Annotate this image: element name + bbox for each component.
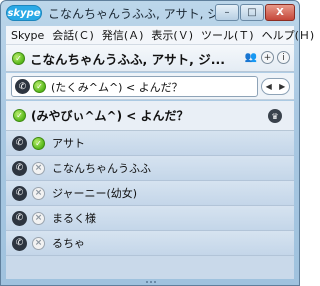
info-icon[interactable]: i	[277, 51, 290, 64]
minimize-button[interactable]: –	[215, 4, 239, 21]
online-status-icon: ✓	[33, 80, 46, 93]
list-item[interactable]: ✆ ✓ アサト	[6, 131, 294, 156]
menu-skype[interactable]: Skype	[11, 29, 44, 42]
online-status-icon: ✓	[32, 136, 45, 150]
maximize-button[interactable]: □	[240, 4, 264, 21]
phone-icon[interactable]: ✆	[12, 185, 27, 201]
title-bar[interactable]: skype こなんちゃんうふふ, アサト, ジャ – □ X	[1, 1, 299, 25]
chat-title: こなんちゃんうふふ, アサト, ジ...	[30, 51, 225, 67]
arrow-left-icon[interactable]: ◀	[266, 82, 272, 91]
group-row[interactable]: ✓ (みやびぃ^ム^) < よんだ？ ♛	[6, 101, 294, 131]
menu-tools[interactable]: ツール(Ｔ)	[201, 27, 254, 43]
mood-input[interactable]: ✆ ✓ (たくみ^ム^) < よんだ？	[11, 76, 258, 97]
phone-icon[interactable]: ✆	[15, 79, 30, 94]
online-status-icon: ✓	[13, 109, 26, 122]
online-status-icon: ✓	[12, 51, 25, 65]
offline-status-icon: ×	[32, 236, 45, 250]
arrow-right-icon[interactable]: ▶	[279, 82, 285, 91]
menu-conversation[interactable]: 会話(Ｃ)	[52, 27, 94, 43]
resize-grip[interactable]	[141, 281, 161, 285]
header-actions: 👥 + i	[244, 51, 290, 64]
menu-call[interactable]: 発信(Ａ)	[102, 27, 144, 43]
group-icon[interactable]: 👥	[244, 51, 258, 64]
offline-status-icon: ×	[32, 211, 45, 225]
offline-status-icon: ×	[32, 186, 45, 200]
contact-name: アサト	[52, 137, 85, 150]
phone-icon[interactable]: ✆	[12, 235, 27, 251]
chat-header: ✓ こなんちゃんうふふ, アサト, ジ... 👥 + i	[6, 45, 294, 72]
participant-list: ✓ (みやびぃ^ム^) < よんだ？ ♛ ✆ ✓ アサト ✆ × こなんちゃんう…	[6, 101, 294, 279]
contact-name: まるく様	[52, 212, 96, 225]
nav-arrows[interactable]: ◀ ▶	[261, 78, 290, 95]
list-item[interactable]: ✆ × まるく様	[6, 206, 294, 231]
window-controls: – □ X	[215, 4, 295, 21]
phone-icon[interactable]: ✆	[12, 210, 27, 226]
menu-view[interactable]: 表示(Ｖ)	[151, 27, 193, 43]
phone-icon[interactable]: ✆	[12, 160, 27, 176]
contact-name: こなんちゃんうふふ	[52, 162, 151, 175]
list-item[interactable]: ✆ × るちゃ	[6, 231, 294, 256]
phone-icon[interactable]: ✆	[12, 135, 27, 151]
menu-help[interactable]: ヘルプ(Ｈ)	[262, 27, 315, 43]
close-button[interactable]: X	[265, 4, 295, 21]
contact-name: るちゃ	[52, 237, 85, 250]
mood-row: ✆ ✓ (たくみ^ム^) < よんだ？ ◀ ▶	[6, 73, 294, 100]
list-item[interactable]: ✆ × ジャーニー(幼女)	[6, 181, 294, 206]
skype-logo-icon: skype	[6, 5, 42, 21]
menu-bar: Skype 会話(Ｃ) 発信(Ａ) 表示(Ｖ) ツール(Ｔ) ヘルプ(Ｈ)	[6, 26, 314, 45]
roster-icon[interactable]: ♛	[268, 109, 282, 123]
contact-name: ジャーニー(幼女)	[52, 187, 138, 200]
add-icon[interactable]: +	[261, 51, 274, 64]
mood-text: (たくみ^ム^) < よんだ？	[51, 80, 183, 94]
list-item[interactable]: ✆ × こなんちゃんうふふ	[6, 156, 294, 181]
group-label: (みやびぃ^ム^) < よんだ？	[31, 109, 189, 123]
skype-window: skype こなんちゃんうふふ, アサト, ジャ – □ X Skype 会話(…	[0, 0, 314, 286]
offline-status-icon: ×	[32, 161, 45, 175]
